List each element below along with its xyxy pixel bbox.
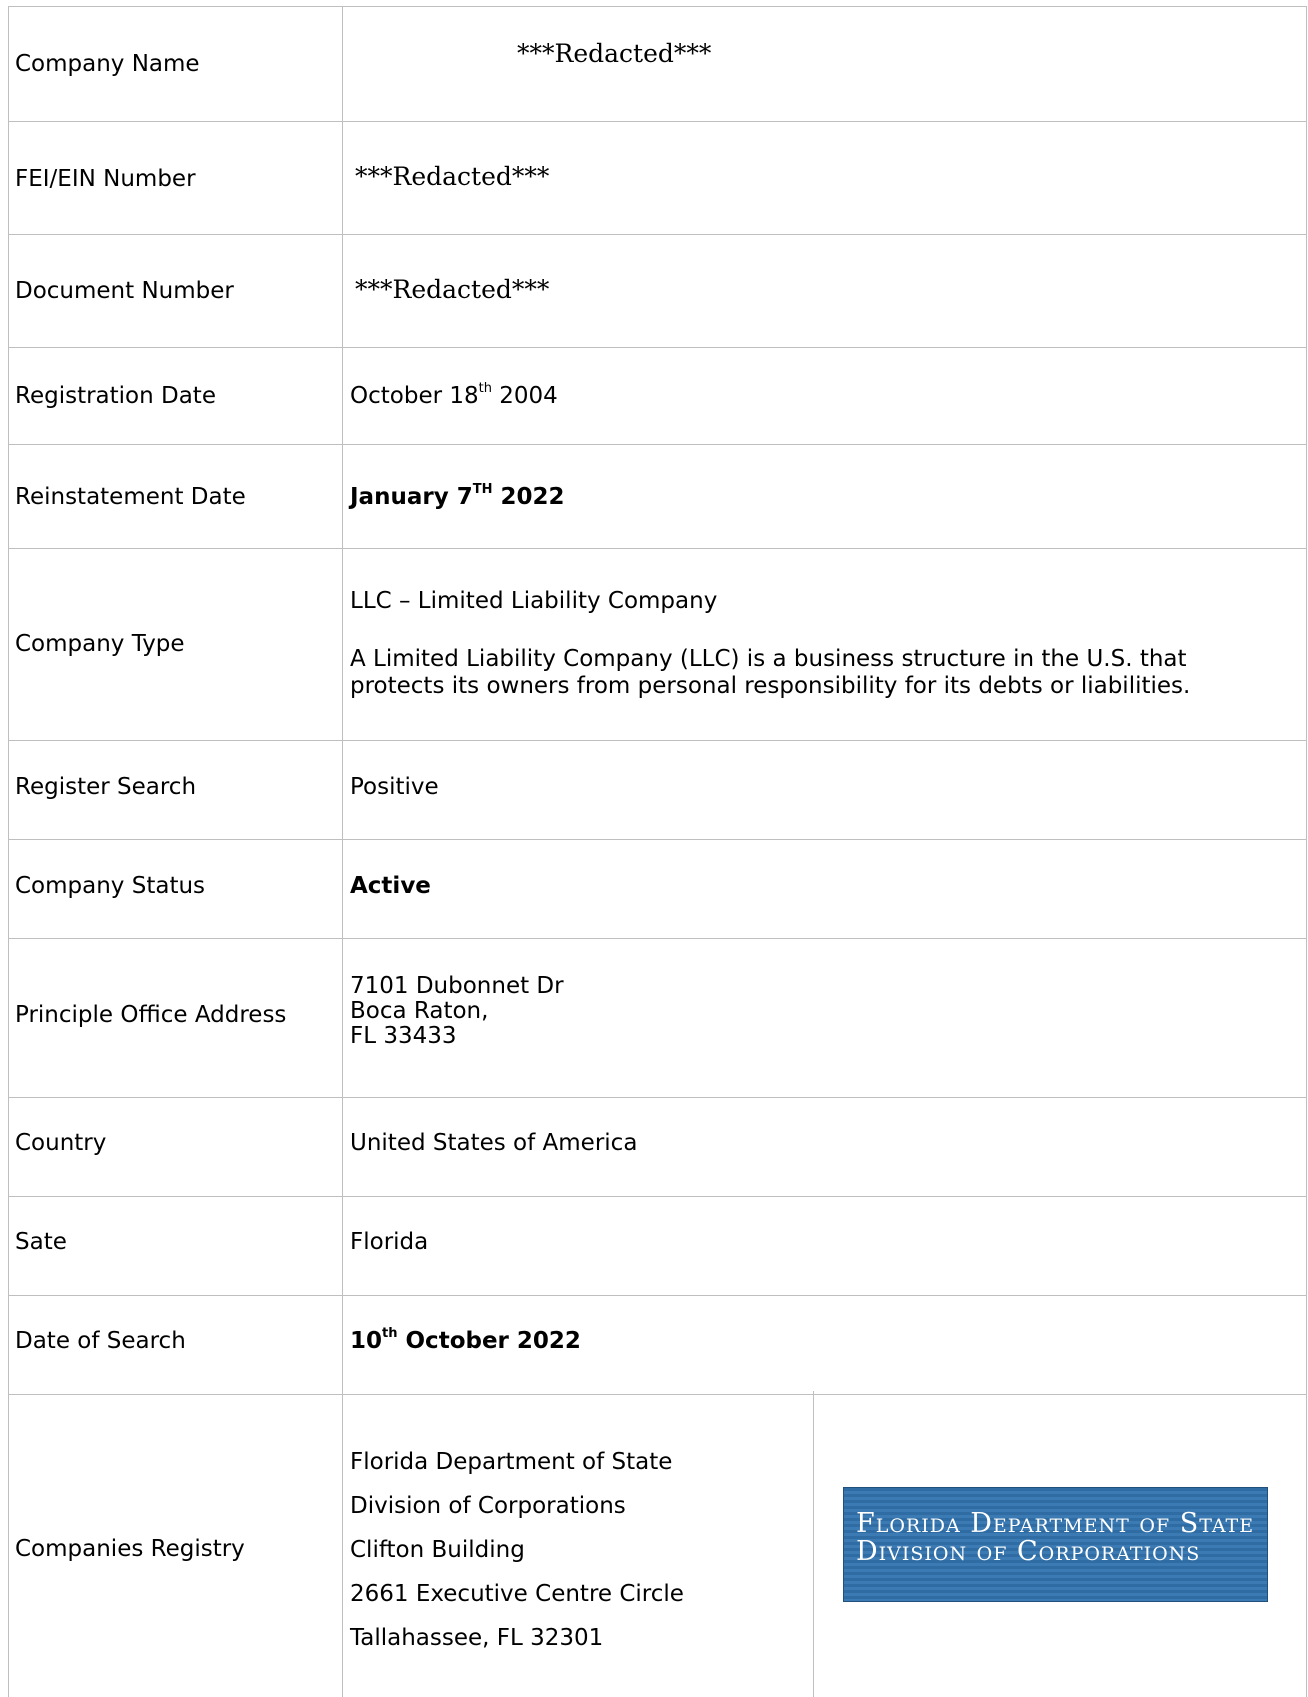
row-divider xyxy=(8,740,1307,741)
state-label: Sate xyxy=(15,1229,67,1255)
companies-registry-value: Florida Department of State Division of … xyxy=(350,1440,684,1660)
company-status-label: Company Status xyxy=(15,873,206,899)
register-search-value: Positive xyxy=(350,774,439,800)
date-of-search-label: Date of Search xyxy=(15,1328,186,1354)
address-line: 7101 Dubonnet Dr xyxy=(350,973,564,999)
registry-line: Tallahassee, FL 32301 xyxy=(350,1625,604,1651)
row-divider xyxy=(8,548,1307,549)
reinstatement-date-value: January 7TH 2022 xyxy=(350,482,565,510)
document-number-label: Document Number xyxy=(15,278,234,304)
logo-cell-divider xyxy=(813,1391,814,1697)
registration-date-value: October 18th 2004 xyxy=(350,381,558,409)
document-number-value: ***Redacted*** xyxy=(355,275,550,304)
reinstatement-date-label: Reinstatement Date xyxy=(15,484,246,510)
companies-registry-label: Companies Registry xyxy=(15,1536,245,1562)
row-divider xyxy=(8,234,1307,235)
registry-line: 2661 Executive Centre Circle xyxy=(350,1581,684,1607)
row-divider xyxy=(8,938,1307,939)
row-divider xyxy=(8,1196,1307,1197)
row-divider xyxy=(8,1394,1307,1395)
register-search-label: Register Search xyxy=(15,774,197,800)
state-value: Florida xyxy=(350,1229,429,1255)
company-status-value: Active xyxy=(350,873,431,899)
country-label: Country xyxy=(15,1130,107,1156)
company-type-label: Company Type xyxy=(15,631,185,657)
fei-ein-label: FEI/EIN Number xyxy=(15,166,196,192)
row-divider xyxy=(8,121,1307,122)
address-line: Boca Raton, xyxy=(350,998,489,1024)
company-name-label: Company Name xyxy=(15,51,200,77)
registry-line: Florida Department of State xyxy=(350,1449,673,1475)
registry-line: Clifton Building xyxy=(350,1537,525,1563)
country-value: United States of America xyxy=(350,1130,638,1156)
row-divider xyxy=(8,839,1307,840)
fei-ein-value: ***Redacted*** xyxy=(355,162,550,191)
row-divider xyxy=(8,1097,1307,1098)
date-of-search-value: 10th October 2022 xyxy=(350,1326,581,1354)
row-divider xyxy=(8,347,1307,348)
logo-line-2: Division of Corporations xyxy=(856,1536,1201,1567)
logo-line-1: Florida Department of State xyxy=(856,1508,1255,1539)
office-address-label: Principle Office Address xyxy=(15,1002,287,1028)
registration-date-label: Registration Date xyxy=(15,383,216,409)
column-divider xyxy=(342,6,343,1697)
company-type-name: LLC – Limited Liability Company xyxy=(350,588,718,614)
company-name-value: ***Redacted*** xyxy=(517,39,712,68)
company-type-description: A Limited Liability Company (LLC) is a b… xyxy=(350,646,1191,699)
florida-division-of-corporations-logo: Florida Department of State Division of … xyxy=(843,1487,1268,1602)
address-line: FL 33433 xyxy=(350,1023,457,1049)
row-divider xyxy=(8,1295,1307,1296)
registry-line: Division of Corporations xyxy=(350,1493,626,1519)
row-divider xyxy=(8,444,1307,445)
office-address-value: 7101 Dubonnet Dr Boca Raton, FL 33433 xyxy=(350,974,564,1049)
